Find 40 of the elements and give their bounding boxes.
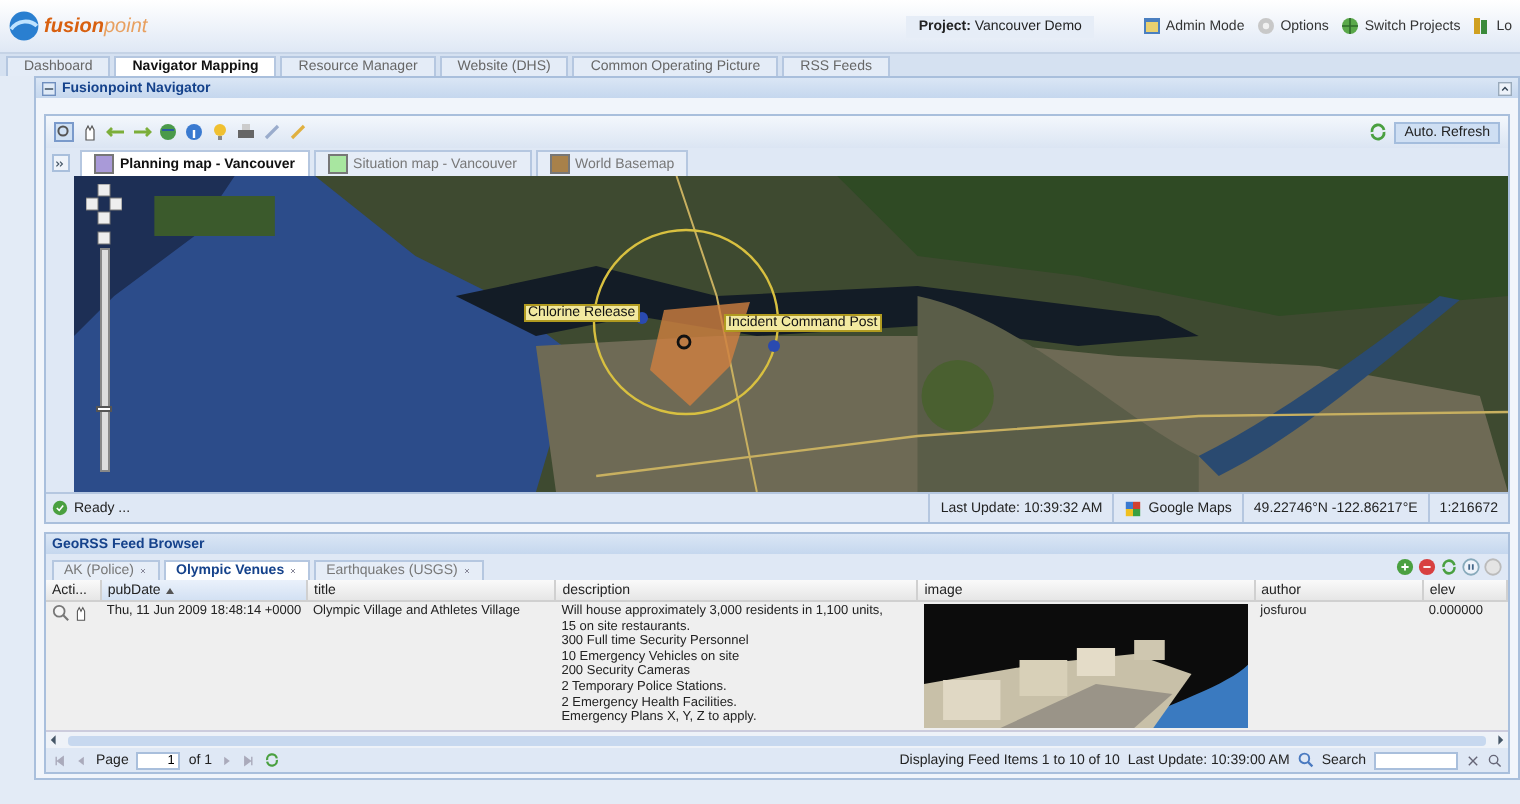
window-icon[interactable] xyxy=(1141,16,1162,36)
back-arrow-icon[interactable] xyxy=(106,122,126,142)
expand-button[interactable] xyxy=(51,154,69,172)
zoom-icon[interactable] xyxy=(52,604,70,622)
close-icon[interactable] xyxy=(461,566,472,576)
globe-icon[interactable] xyxy=(1340,16,1361,36)
close-icon[interactable] xyxy=(138,566,149,576)
pan-control-icon[interactable] xyxy=(86,184,122,225)
add-icon[interactable] xyxy=(1396,558,1414,576)
search-icon[interactable] xyxy=(1488,753,1502,767)
zoom-slider[interactable] xyxy=(100,248,110,472)
refresh-icon[interactable] xyxy=(1440,558,1458,576)
delete-icon[interactable] xyxy=(1418,558,1436,576)
search-icon[interactable] xyxy=(1297,752,1314,768)
check-icon xyxy=(52,500,68,516)
info-icon[interactable] xyxy=(184,122,204,142)
bulb-icon[interactable] xyxy=(210,122,230,142)
panel-icon[interactable] xyxy=(42,81,56,95)
map-provider-icon xyxy=(1124,499,1143,517)
clear-icon[interactable] xyxy=(1466,753,1480,767)
location-marker[interactable] xyxy=(768,340,780,352)
collapse-icon[interactable] xyxy=(1498,81,1512,95)
printer-icon[interactable] xyxy=(236,122,256,142)
hand-icon[interactable] xyxy=(80,122,100,142)
globe-icon[interactable] xyxy=(158,122,178,142)
zoom-in-icon[interactable] xyxy=(97,231,111,245)
books-icon[interactable] xyxy=(1472,16,1493,36)
pause-icon[interactable] xyxy=(1462,558,1480,576)
slider-thumb[interactable] xyxy=(96,406,112,413)
hand-icon[interactable] xyxy=(72,604,90,622)
location-marker[interactable] xyxy=(676,334,692,350)
close-icon[interactable] xyxy=(288,566,299,576)
zoom-box-icon[interactable] xyxy=(54,122,74,142)
double-chevron-icon xyxy=(53,157,65,169)
search-field[interactable] xyxy=(1374,751,1458,769)
globe-logo-icon xyxy=(8,10,40,42)
scrollbar-thumb[interactable] xyxy=(68,735,1486,745)
refresh-icon[interactable] xyxy=(1368,122,1389,142)
refresh-icon[interactable] xyxy=(264,752,281,768)
logo: fusionpoint xyxy=(44,15,148,37)
